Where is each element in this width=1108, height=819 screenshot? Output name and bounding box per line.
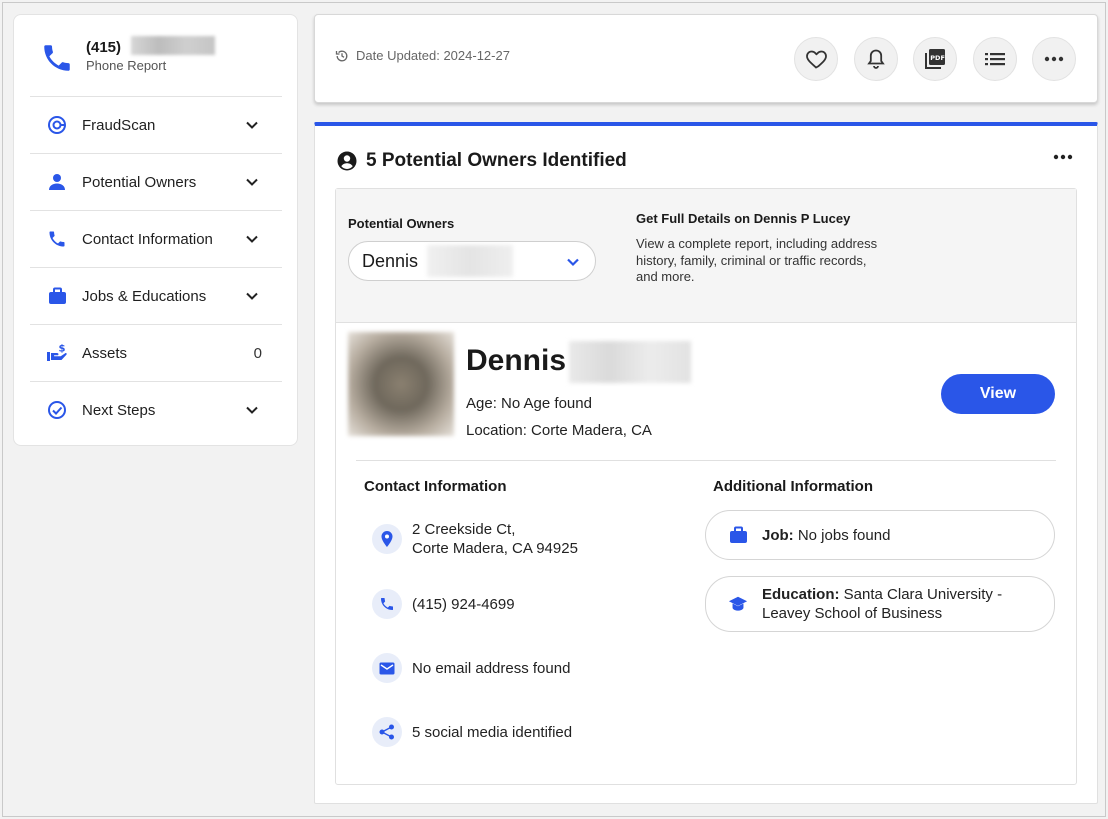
redacted-surname [427, 245, 513, 277]
sidebar-item-label: Contact Information [82, 230, 213, 248]
email-icon [372, 653, 402, 683]
address-line-2: Corte Madera, CA 94925 [412, 540, 578, 557]
chevron-down-icon [246, 406, 258, 414]
money-hand-icon: $ [46, 342, 68, 364]
potential-owners-label: Potential Owners [348, 216, 455, 231]
divider [356, 460, 1056, 461]
owner-selector-panel: Potential Owners Dennis Get Full Details… [336, 189, 1076, 323]
full-details-description: View a complete report, including addres… [636, 236, 878, 284]
graduation-cap-icon [728, 594, 748, 614]
sidebar-item-assets[interactable]: $ Assets 0 [30, 324, 282, 381]
sidebar-item-next-steps[interactable]: Next Steps [30, 381, 282, 438]
selected-owner: Dennis [362, 251, 419, 271]
list-view-button[interactable] [973, 37, 1017, 81]
sidebar-header: (415) Phone Report [14, 15, 297, 97]
sidebar: (415) Phone Report FraudScan Potential O… [13, 14, 298, 446]
chevron-down-icon [246, 178, 258, 186]
section-title: 5 Potential Owners Identified [337, 150, 627, 172]
social-value: 5 social media identified [412, 723, 573, 741]
chevron-down-icon [567, 258, 579, 267]
more-icon [1044, 56, 1064, 62]
social-item: 5 social media identified [372, 717, 572, 747]
chevron-down-icon [246, 292, 258, 300]
address-line-1: 2 Creekside Ct, [412, 521, 516, 538]
sidebar-item-label: Next Steps [82, 401, 156, 419]
chevron-down-icon [246, 235, 258, 243]
sidebar-item-jobs-educations[interactable]: Jobs & Educations [30, 267, 282, 324]
bell-icon [867, 49, 885, 69]
sidebar-item-contact-information[interactable]: Contact Information [30, 210, 282, 267]
notifications-button[interactable] [854, 37, 898, 81]
email-value: No email address found [412, 659, 571, 677]
avatar [348, 332, 454, 436]
check-circle-icon [46, 399, 68, 421]
owner-card: Potential Owners Dennis Get Full Details… [335, 188, 1077, 785]
potential-owner-dropdown[interactable]: Dennis [348, 241, 596, 281]
fraudscan-icon [46, 114, 68, 136]
sidebar-item-fraudscan[interactable]: FraudScan [30, 96, 282, 153]
report-type: Phone Report [86, 58, 167, 73]
more-options-button[interactable] [1032, 37, 1076, 81]
phone-icon [372, 589, 402, 619]
pdf-icon: PDF [925, 49, 945, 69]
report-toolbar: Date Updated: 2024-12-27 PDF [314, 14, 1098, 103]
education-pill: Education: Santa Clara University - Leav… [705, 576, 1055, 632]
phone-value: (415) 924-4699 [412, 595, 515, 613]
job-value: No jobs found [797, 526, 891, 544]
section-more-icon[interactable] [1053, 154, 1073, 160]
phone-item: (415) 924-4699 [372, 589, 515, 619]
person-icon [46, 171, 68, 193]
heart-icon [806, 50, 827, 69]
sidebar-item-label: FraudScan [82, 116, 156, 134]
person-name: Dennis [466, 344, 567, 377]
job-label: Job: [762, 526, 794, 544]
contact-information-title: Contact Information [364, 478, 507, 495]
person-age: Age: No Age found [466, 395, 592, 412]
person-location: Location: Corte Madera, CA [466, 422, 652, 439]
view-button[interactable]: View [941, 374, 1055, 414]
download-pdf-button[interactable]: PDF [913, 37, 957, 81]
additional-information-title: Additional Information [713, 478, 873, 495]
svg-text:PDF: PDF [930, 54, 945, 62]
sidebar-item-potential-owners[interactable]: Potential Owners [30, 153, 282, 210]
history-icon [335, 50, 348, 61]
date-updated: Date Updated: 2024-12-27 [335, 48, 510, 63]
sidebar-item-label: Jobs & Educations [82, 287, 207, 305]
redacted-surname [569, 341, 691, 383]
sidebar-item-label: Assets [82, 344, 128, 362]
briefcase-icon [728, 525, 748, 545]
briefcase-icon [46, 285, 68, 307]
phone-icon [46, 228, 68, 250]
section-title-text: 5 Potential Owners Identified [366, 150, 627, 171]
phone-icon [44, 45, 70, 71]
potential-owners-section: 5 Potential Owners Identified Potential … [314, 122, 1098, 804]
job-pill: Job: No jobs found [705, 510, 1055, 560]
full-details-title: Get Full Details on Dennis P Lucey [636, 211, 851, 226]
list-icon [985, 53, 1005, 66]
redacted-number [131, 36, 215, 55]
share-icon [372, 717, 402, 747]
account-circle-icon [337, 151, 357, 171]
svg-text:$: $ [59, 344, 66, 355]
email-item: No email address found [372, 653, 570, 683]
phone-number: (415) [86, 39, 122, 56]
location-pin-icon [372, 524, 402, 554]
sidebar-item-label: Potential Owners [82, 173, 197, 191]
assets-count: 0 [253, 344, 262, 362]
address-item: 2 Creekside Ct, Corte Madera, CA 94925 [372, 520, 578, 558]
date-updated-text: Date Updated: 2024-12-27 [356, 48, 510, 63]
favorite-button[interactable] [794, 37, 838, 81]
education-label: Education: [762, 586, 840, 603]
chevron-down-icon [246, 121, 258, 129]
